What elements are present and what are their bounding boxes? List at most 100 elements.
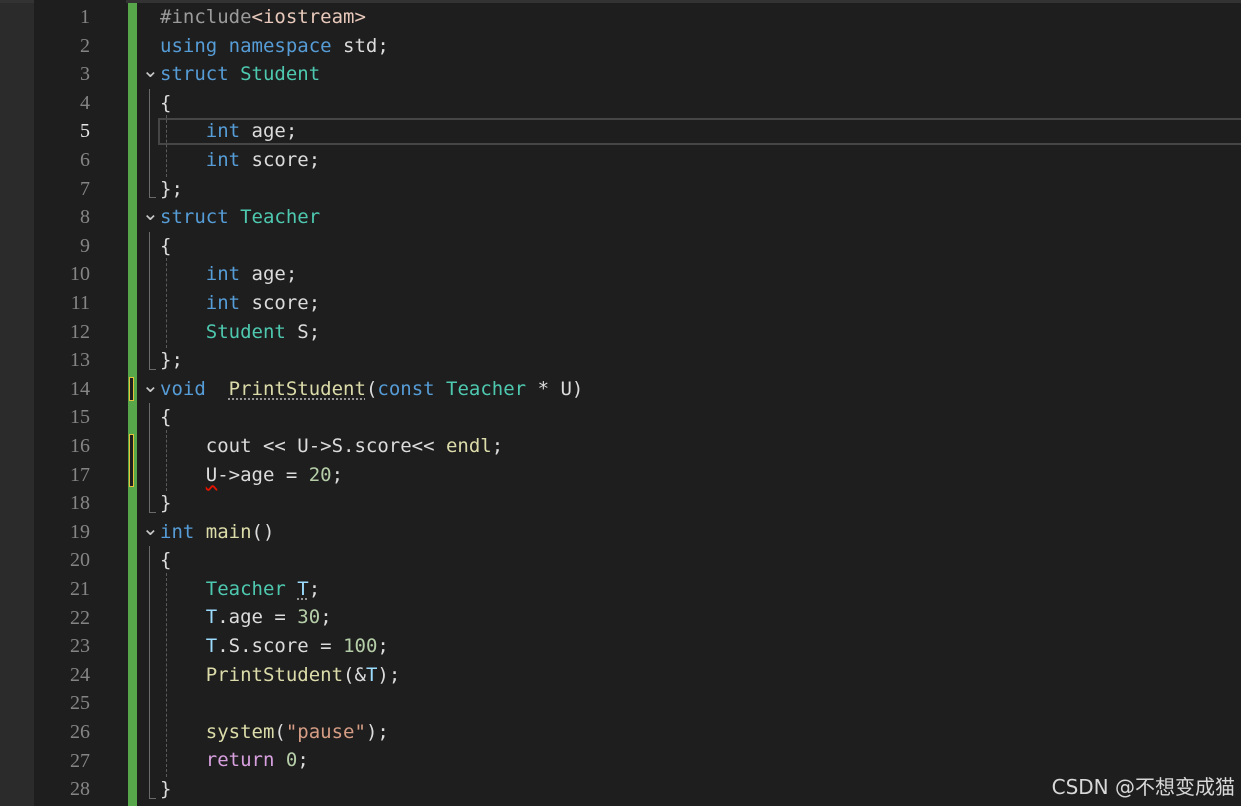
code-line[interactable]: { (160, 403, 1241, 432)
code-area[interactable]: #include<iostream> using namespace std; st… (160, 3, 1241, 804)
line-number[interactable]: 7 (30, 175, 90, 204)
code-line[interactable]: int age; (160, 260, 1241, 289)
line-number[interactable]: 28 (30, 775, 90, 804)
code-line[interactable]: void PrintStudent(const Teacher * U) (160, 375, 1241, 404)
code-token: PrintStudent (228, 377, 366, 400)
collapse-chevron-icon[interactable]: ⌄ (142, 518, 159, 547)
fold-end-marker (149, 511, 156, 513)
code-line[interactable]: Teacher T; (160, 575, 1241, 604)
indent-guide (166, 573, 167, 778)
line-number[interactable]: 25 (30, 689, 90, 718)
line-number[interactable]: 19 (30, 518, 90, 547)
code-token: #include (160, 6, 252, 28)
code-token: T (205, 635, 218, 658)
code-token: Teacher (240, 206, 321, 229)
code-line[interactable]: } (160, 489, 1241, 518)
line-number[interactable]: 18 (30, 489, 90, 518)
code-line[interactable]: { (160, 232, 1241, 261)
code-token: .age = (217, 606, 298, 629)
code-line[interactable]: #include<iostream> (160, 3, 1241, 32)
code-line[interactable]: { (160, 89, 1241, 118)
code-token: Student (205, 320, 286, 343)
code-line[interactable]: system("pause"); (160, 718, 1241, 747)
line-number[interactable]: 23 (30, 632, 90, 661)
code-token: struct (160, 63, 229, 86)
unsaved-change-marker (129, 376, 134, 402)
line-number[interactable]: 26 (30, 718, 90, 747)
line-number[interactable]: 2 (30, 32, 90, 61)
code-token: Student (240, 63, 321, 86)
collapse-chevron-icon[interactable]: ⌄ (142, 60, 159, 89)
code-line[interactable]: int score; (160, 289, 1241, 318)
code-token: struct (160, 206, 229, 229)
line-number[interactable]: 6 (30, 146, 90, 175)
code-line[interactable]: }; (160, 346, 1241, 375)
code-token: ->age = (217, 463, 309, 486)
code-line[interactable]: }; (160, 175, 1241, 204)
code-line[interactable] (160, 689, 1241, 718)
line-number[interactable]: 15 (30, 403, 90, 432)
line-number[interactable]: 20 (30, 546, 90, 575)
code-line[interactable]: { (160, 546, 1241, 575)
line-number[interactable]: 24 (30, 661, 90, 690)
code-line[interactable]: T.age = 30; (160, 603, 1241, 632)
code-token: Teacher (446, 377, 527, 400)
line-number-gutter[interactable]: 1 2 3 4 5 6 7 8 9 10 11 12 13 14 15 16 17 18 19 20 21 22 23 24 2… (34, 0, 126, 806)
code-token: S; (285, 320, 321, 343)
code-line[interactable]: Student S; (160, 318, 1241, 347)
line-number[interactable]: 8 (30, 203, 90, 232)
line-number[interactable]: 3 (30, 60, 90, 89)
line-number[interactable]: 9 (30, 232, 90, 261)
line-number[interactable]: 13 (30, 346, 90, 375)
line-number[interactable]: 21 (30, 575, 90, 604)
code-editor[interactable]: 1 2 3 4 5 6 7 8 9 10 11 12 13 14 15 16 17 18 19 20 21 22 23 24 2… (0, 0, 1241, 806)
code-token: }; (160, 177, 183, 200)
code-token: T (365, 663, 378, 686)
code-line[interactable]: struct Student (160, 60, 1241, 89)
code-token: system (205, 720, 275, 743)
code-token: int (205, 120, 241, 143)
line-number[interactable]: 16 (30, 432, 90, 461)
code-line[interactable]: T.S.score = 100; (160, 632, 1241, 661)
code-token: (& (343, 663, 366, 686)
code-token: ; (377, 635, 389, 658)
line-number[interactable]: 14 (30, 375, 90, 404)
line-number[interactable]: 27 (30, 747, 90, 776)
code-line[interactable]: int score; (160, 146, 1241, 175)
code-token: .S.score = (217, 635, 344, 658)
code-token: { (160, 549, 172, 572)
code-line[interactable]: struct Teacher (160, 203, 1241, 232)
code-line[interactable]: int age; (160, 117, 1241, 146)
line-number[interactable]: 5 (30, 117, 90, 146)
code-token: score; (240, 148, 321, 171)
code-line[interactable]: cout << U->S.score<< endl; (160, 432, 1241, 461)
code-token: using (160, 34, 218, 57)
code-line[interactable]: int main() (160, 518, 1241, 547)
line-number[interactable]: 4 (30, 89, 90, 118)
indent-guide (166, 115, 167, 177)
code-line[interactable]: U->age = 20; (160, 461, 1241, 490)
line-number[interactable]: 11 (30, 289, 90, 318)
collapse-chevron-icon[interactable]: ⌄ (142, 375, 159, 404)
line-number[interactable]: 10 (30, 260, 90, 289)
code-token: ( (274, 720, 286, 743)
code-token: 30 (297, 606, 321, 629)
line-number[interactable]: 22 (30, 604, 90, 633)
code-token: "pause" (285, 720, 366, 743)
code-line[interactable]: using namespace std; (160, 32, 1241, 61)
code-token: U (205, 463, 218, 486)
line-number[interactable]: 1 (30, 3, 90, 32)
line-number[interactable]: 17 (30, 461, 90, 490)
code-token: int (160, 520, 195, 543)
code-token: int (205, 263, 241, 286)
code-token: ( (365, 377, 378, 400)
code-line[interactable]: PrintStudent(&T); (160, 661, 1241, 690)
line-number[interactable]: 12 (30, 318, 90, 347)
code-token: age; (240, 120, 298, 143)
code-token: Teacher (205, 577, 286, 600)
collapse-chevron-icon[interactable]: ⌄ (142, 203, 159, 232)
